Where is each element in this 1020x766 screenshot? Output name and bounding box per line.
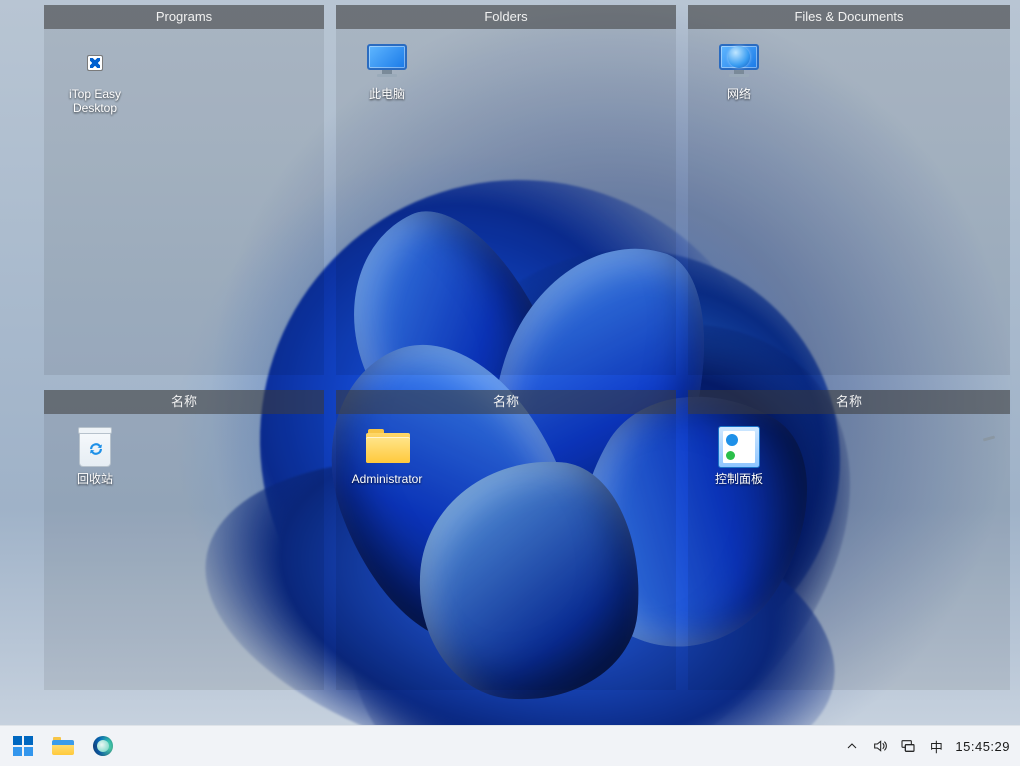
tray-clock[interactable]: 15:45:29 xyxy=(955,739,1010,754)
network-icon xyxy=(718,44,760,80)
tray-overflow-chevron-icon[interactable] xyxy=(843,737,861,755)
icon-label: 控制面板 xyxy=(715,472,763,486)
recycle-bin-icon xyxy=(78,426,112,468)
desktop-wallpaper[interactable]: Programs iTop Easy Desktop Folders 此电脑 F… xyxy=(0,0,1020,726)
icon-this-pc[interactable]: 此电脑 xyxy=(350,41,424,101)
taskbar-left xyxy=(0,727,122,765)
folder-icon xyxy=(366,429,408,465)
fence-name-2-title[interactable]: 名称 xyxy=(336,390,676,414)
file-explorer-icon xyxy=(52,737,74,755)
fence-programs-title[interactable]: Programs xyxy=(44,5,324,29)
tray-ime-indicator[interactable]: 中 xyxy=(927,737,945,755)
fence-folders-title[interactable]: Folders xyxy=(336,5,676,29)
tray-network-icon[interactable] xyxy=(899,737,917,755)
fence-programs[interactable]: Programs iTop Easy Desktop xyxy=(44,5,324,375)
icon-control-panel[interactable]: 控制面板 xyxy=(702,426,776,486)
fence-files-documents[interactable]: Files & Documents 网络 xyxy=(688,5,1010,375)
start-button[interactable] xyxy=(4,727,42,765)
icon-label: Administrator xyxy=(352,472,423,486)
fence-name-1-title[interactable]: 名称 xyxy=(44,390,324,414)
fence-name-2[interactable]: 名称 Administrator xyxy=(336,390,676,690)
icon-administrator-folder[interactable]: Administrator xyxy=(350,426,424,486)
icon-recycle-bin[interactable]: 回收站 xyxy=(58,426,132,486)
icon-label: 回收站 xyxy=(77,472,113,486)
taskbar-file-explorer[interactable] xyxy=(44,727,82,765)
taskbar-edge[interactable] xyxy=(84,727,122,765)
icon-label: 网络 xyxy=(727,87,751,101)
icon-network[interactable]: 网络 xyxy=(702,41,776,101)
fence-name-3[interactable]: 名称 控制面板 xyxy=(688,390,1010,690)
fence-name-3-title[interactable]: 名称 xyxy=(688,390,1010,414)
windows-logo-icon xyxy=(13,736,33,756)
system-tray: 中 15:45:29 xyxy=(843,737,1020,755)
icon-label: 此电脑 xyxy=(369,87,405,101)
tray-volume-icon[interactable] xyxy=(871,737,889,755)
control-panel-icon xyxy=(718,426,760,468)
fence-name-1[interactable]: 名称 回收站 xyxy=(44,390,324,690)
fence-folders[interactable]: Folders 此电脑 xyxy=(336,5,676,375)
icon-label: iTop Easy Desktop xyxy=(58,87,132,115)
fence-files-documents-title[interactable]: Files & Documents xyxy=(688,5,1010,29)
grid-app-icon xyxy=(89,56,102,69)
taskbar[interactable]: 中 15:45:29 xyxy=(0,725,1020,766)
edge-icon xyxy=(93,736,113,756)
monitor-icon xyxy=(366,44,408,80)
icon-itop-easy-desktop[interactable]: iTop Easy Desktop xyxy=(58,41,132,115)
